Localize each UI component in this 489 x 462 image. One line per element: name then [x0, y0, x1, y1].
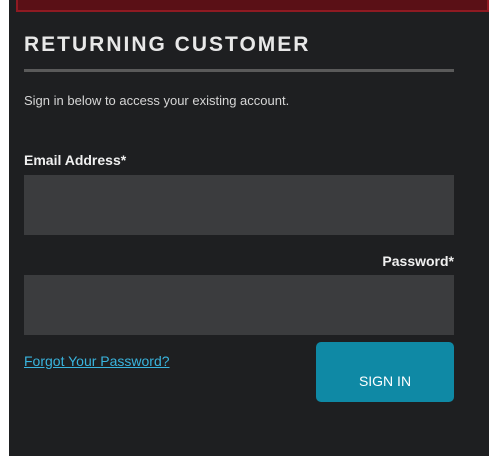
heading-divider	[24, 69, 454, 72]
sign-in-button[interactable]: SIGN IN	[316, 342, 454, 402]
password-field[interactable]	[24, 275, 454, 335]
password-label: Password*	[382, 253, 454, 269]
email-label: Email Address*	[24, 152, 127, 168]
email-field[interactable]	[24, 175, 454, 235]
returning-customer-heading: RETURNING CUSTOMER	[24, 33, 311, 56]
sign-in-instructions: Sign in below to access your existing ac…	[24, 93, 290, 108]
top-accent-bar	[16, 0, 489, 12]
forgot-password-link[interactable]: Forgot Your Password?	[24, 353, 170, 369]
